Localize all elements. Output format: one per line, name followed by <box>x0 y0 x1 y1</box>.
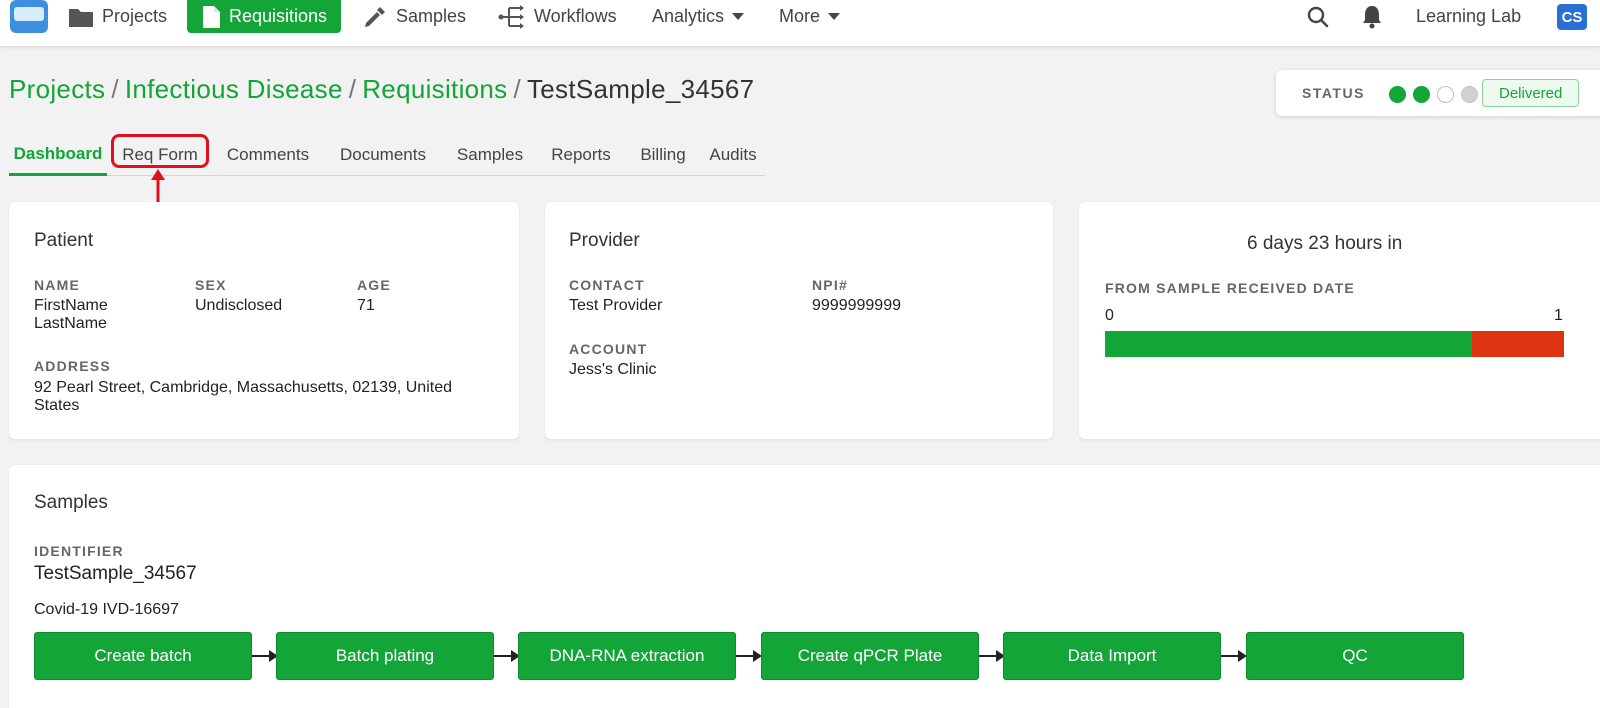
sample-test-name: Covid-19 IVD-16697 <box>34 601 179 618</box>
status-badge: Delivered <box>1482 79 1580 107</box>
nav-item-workflows[interactable]: Workflows <box>498 0 617 33</box>
workflow-arrow-icon <box>1221 650 1247 662</box>
breadcrumb-link-projects[interactable]: Projects <box>9 74 105 104</box>
avatar[interactable]: CS <box>1557 4 1587 30</box>
workflow-step-create-qpcr-plate[interactable]: Create qPCR Plate <box>761 632 979 680</box>
tab-comments[interactable]: Comments <box>213 134 323 176</box>
tab-reports[interactable]: Reports <box>537 134 625 176</box>
workflow-step-batch-plating[interactable]: Batch plating <box>276 632 494 680</box>
card-title: Patient <box>34 230 94 251</box>
search-icon[interactable] <box>1306 5 1330 29</box>
status-step-dot <box>1437 86 1454 103</box>
status-step-dot <box>1389 86 1406 103</box>
turnaround-elapsed: 6 days 23 hours in <box>1247 233 1403 254</box>
nav-item-analytics[interactable]: Analytics <box>652 0 745 33</box>
field-label: NPI# <box>812 277 848 293</box>
user-label: Learning Lab <box>1416 6 1522 26</box>
patient-last-name: LastName <box>34 315 107 332</box>
nav-item-label: Samples <box>396 6 467 26</box>
status-panel: STATUS Delivered <box>1276 70 1600 116</box>
field-label: FROM SAMPLE RECEIVED DATE <box>1105 280 1355 296</box>
provider-npi: 9999999999 <box>812 297 901 314</box>
nav-item-label: More <box>779 6 821 26</box>
turnaround-scale-end: 1 <box>1554 307 1563 324</box>
annotation-highlight-box <box>111 134 209 168</box>
provider-card: Provider CONTACT Test Provider NPI# 9999… <box>545 202 1053 439</box>
status-step-dot <box>1413 86 1430 103</box>
tab-audits[interactable]: Audits <box>701 134 765 176</box>
tab-samples[interactable]: Samples <box>443 134 537 176</box>
card-title: Provider <box>569 230 640 251</box>
field-label: CONTACT <box>569 277 645 293</box>
workflow-step-create-batch[interactable]: Create batch <box>34 632 252 680</box>
patient-address-line2: States <box>34 397 80 414</box>
bell-icon[interactable] <box>1361 4 1383 30</box>
nav-item-more[interactable]: More <box>779 0 841 33</box>
patient-age: 71 <box>357 297 375 314</box>
breadcrumb-separator: / <box>348 74 357 104</box>
field-label: ACCOUNT <box>569 341 648 357</box>
workflow-step-qc[interactable]: QC <box>1246 632 1464 680</box>
nav-item-label: Analytics <box>652 6 725 26</box>
breadcrumb-separator: / <box>111 74 119 104</box>
chevron-down-icon <box>732 13 745 20</box>
tab-billing[interactable]: Billing <box>625 134 701 176</box>
nav-item-requisitions[interactable]: Requisitions <box>187 0 342 33</box>
nav-item-label: Projects <box>102 6 168 26</box>
field-label: NAME <box>34 277 81 293</box>
turnaround-card: 6 days 23 hours in FROM SAMPLE RECEIVED … <box>1079 202 1600 439</box>
field-label: IDENTIFIER <box>34 543 124 559</box>
field-label: SEX <box>195 277 227 293</box>
pipette-icon <box>365 6 385 27</box>
document-icon <box>203 5 220 28</box>
status-step-dot <box>1461 86 1478 103</box>
workflow-icon <box>498 4 524 29</box>
field-label: AGE <box>357 277 391 293</box>
tab-documents[interactable]: Documents <box>323 134 443 176</box>
provider-account: Jess's Clinic <box>569 361 657 378</box>
patient-card: Patient NAME FirstName LastName SEX Undi… <box>9 202 519 439</box>
workflow-step-data-import[interactable]: Data Import <box>1003 632 1221 680</box>
tab-dashboard[interactable]: Dashboard <box>9 134 107 176</box>
sample-identifier[interactable]: TestSample_34567 <box>34 563 197 585</box>
workflow-arrow-icon <box>494 650 520 662</box>
nav-item-samples[interactable]: Samples <box>362 0 466 33</box>
app-logo[interactable] <box>10 0 48 33</box>
progress-fill-over <box>1472 331 1564 357</box>
card-title: Samples <box>34 492 108 513</box>
progress-fill-ok <box>1105 331 1473 357</box>
chevron-down-icon <box>828 13 841 20</box>
breadcrumb-separator: / <box>513 74 521 104</box>
workflow-arrow-icon <box>979 650 1005 662</box>
turnaround-progress-bar <box>1105 331 1564 357</box>
workflow-arrow-icon <box>252 650 278 662</box>
status-label: STATUS <box>1302 85 1365 101</box>
nav-item-label: Workflows <box>534 6 617 26</box>
breadcrumb-link-infectious-disease[interactable]: Infectious Disease <box>125 74 343 104</box>
workflow-step-dna-rna-extraction[interactable]: DNA-RNA extraction <box>518 632 736 680</box>
patient-sex: Undisclosed <box>195 297 283 314</box>
breadcrumb-current: TestSample_34567 <box>527 74 755 104</box>
field-label: ADDRESS <box>34 358 111 374</box>
patient-first-name: FirstName <box>34 297 108 314</box>
top-nav: Projects Requisitions Samples Workflows … <box>0 0 1600 46</box>
workflow-arrow-icon <box>736 650 762 662</box>
provider-contact: Test Provider <box>569 297 663 314</box>
nav-item-projects[interactable]: Projects <box>68 0 167 33</box>
patient-address-line1: 92 Pearl Street, Cambridge, Massachusett… <box>34 379 452 396</box>
user-menu[interactable]: Learning Lab <box>1416 0 1521 33</box>
breadcrumb: Projects / Infectious Disease / Requisitions… <box>9 74 754 105</box>
folder-icon <box>69 8 93 27</box>
nav-item-label: Requisitions <box>229 6 328 26</box>
breadcrumb-link-requisitions[interactable]: Requisitions <box>362 74 507 104</box>
turnaround-scale-start: 0 <box>1105 307 1114 324</box>
